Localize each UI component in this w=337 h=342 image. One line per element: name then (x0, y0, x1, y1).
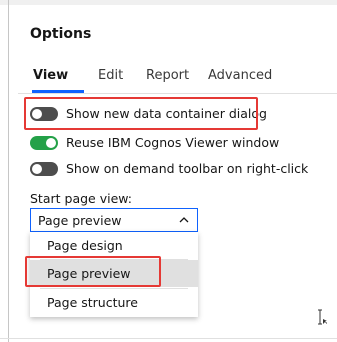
dialog-bottom-border (0, 338, 337, 339)
dialog-title: Options (30, 26, 92, 42)
top-strip (0, 0, 337, 5)
tab-advanced[interactable]: Advanced (208, 68, 272, 83)
start-page-view-select[interactable]: Page preview (30, 208, 198, 232)
dropdown-option-page-preview[interactable]: Page preview (30, 260, 198, 287)
dialog-left-border (8, 0, 9, 342)
start-page-view-label: Start page view: (30, 191, 133, 206)
toggle-knob (32, 109, 42, 119)
dropdown-option-page-design[interactable]: Page design (30, 232, 198, 259)
dropdown-option-page-structure[interactable]: Page structure (30, 289, 198, 316)
tab-divider (18, 93, 337, 94)
tab-bar: View Edit Report Advanced (18, 60, 337, 94)
option-label: Show on demand toolbar on right-click (66, 161, 309, 176)
toggle-show-on-demand-toolbar[interactable] (30, 162, 58, 176)
toggle-reuse-viewer-window[interactable] (30, 136, 58, 150)
option-label: Show new data container dialog (66, 106, 267, 121)
tab-view[interactable]: View (33, 68, 68, 83)
toggle-knob (46, 138, 56, 148)
text-cursor-icon (318, 309, 327, 325)
option-label: Reuse IBM Cognos Viewer window (66, 135, 280, 150)
tab-edit[interactable]: Edit (98, 68, 123, 83)
toggle-knob (32, 164, 42, 174)
chevron-up-icon (179, 217, 189, 223)
options-dialog: Options View Edit Report Advanced Show n… (0, 0, 337, 342)
select-value: Page preview (38, 213, 122, 228)
tab-report[interactable]: Report (146, 68, 189, 83)
toggle-show-new-data-container-dialog[interactable] (30, 107, 58, 121)
start-page-view-dropdown: Page design Page preview Page structure (30, 232, 198, 317)
